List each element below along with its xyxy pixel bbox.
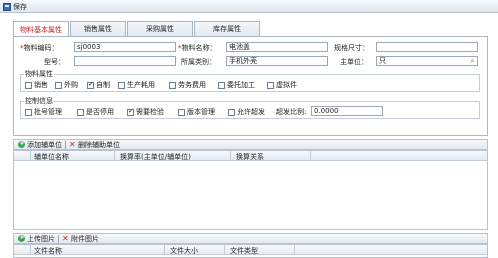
tab-basic-label: 物料基本属性 [20, 25, 62, 34]
checkbox-icon [267, 81, 274, 89]
unit-label: 主单位： [340, 58, 368, 66]
tab-strip: 物料基本属性 销售属性 采购属性 库存属性 [13, 21, 261, 37]
add-aux-unit-button[interactable]: 添加辅单位 [18, 139, 62, 150]
spec-label: 规格尺寸： [334, 44, 369, 52]
material-name-field[interactable]: 电池盖 [226, 42, 328, 52]
checkbox-icon [77, 108, 84, 116]
checkbox-icon [118, 81, 125, 89]
tab-sales[interactable]: 销售属性 [70, 21, 126, 36]
aux-unit-grid: 辅单位名称 换算率(主单位/辅单位) 换算关系 [13, 150, 488, 230]
code-label: *物料编码： [20, 44, 59, 52]
delete-aux-unit-button[interactable]: ✕ 删除辅助单位 [69, 140, 120, 150]
add-icon [18, 233, 25, 242]
column-conversion-relation[interactable]: 换算关系 [236, 152, 264, 162]
column-file-type[interactable]: 文件类型 [230, 246, 258, 256]
checkbox-checked-icon [127, 107, 134, 116]
tab-inventory[interactable]: 库存属性 [194, 21, 260, 36]
save-label: 保存 [13, 2, 27, 11]
tab-sales-label: 销售属性 [84, 25, 112, 33]
allow-overissue-checkbox[interactable]: 允许超发 [228, 107, 265, 117]
category-field[interactable]: 手机外壳 [226, 56, 328, 66]
tab-purchase[interactable]: 采购属性 [127, 21, 193, 36]
column-file-name[interactable]: 文件名称 [34, 246, 62, 256]
checkbox-icon [55, 81, 62, 89]
attr-consumption-checkbox[interactable]: 生产耗用 [118, 80, 155, 90]
upload-image-label: 上传图片 [27, 234, 55, 243]
add-aux-unit-label: 添加辅单位 [27, 140, 62, 149]
column-file-size[interactable]: 文件大小 [170, 246, 198, 256]
name-label: *物料名称： [178, 44, 217, 52]
column-conversion-rate[interactable]: 换算率(主单位/辅单位) [120, 152, 191, 162]
image-grid-header: 文件名称 文件大小 文件类型 [14, 245, 487, 255]
model-field[interactable] [74, 56, 176, 66]
checkbox-icon [25, 108, 32, 116]
delete-icon: ✕ [62, 234, 69, 243]
delete-icon: ✕ [69, 140, 76, 149]
toolbar: 保存 [0, 0, 498, 13]
attach-image-button[interactable]: ✕ 附件图片 [62, 234, 99, 244]
unit-field[interactable]: 只 [376, 56, 478, 66]
aux-unit-toolbar: 添加辅单位 ✕ 删除辅助单位 [13, 139, 488, 150]
tab-purchase-label: 采购属性 [146, 25, 174, 33]
attr-selfmade-checkbox[interactable]: 自制 [87, 80, 110, 90]
attr-sales-checkbox[interactable]: 销售 [25, 80, 48, 90]
save-icon [3, 2, 11, 11]
checkbox-icon [169, 81, 176, 89]
attr-purchase-checkbox[interactable]: 外购 [55, 80, 78, 90]
checkbox-icon [25, 81, 32, 89]
checkbox-icon [178, 108, 185, 116]
category-label: 所属类别： [181, 58, 216, 66]
save-button[interactable]: 保存 [3, 1, 27, 12]
material-attributes-title: 物料属性 [24, 69, 54, 79]
toolbar-separator [58, 234, 59, 243]
control-info-title: 控制信息 [24, 96, 54, 106]
checkbox-icon [228, 108, 235, 116]
column-aux-unit-name[interactable]: 辅单位名称 [34, 152, 69, 162]
disabled-checkbox[interactable]: 是否停用 [77, 107, 114, 117]
version-management-checkbox[interactable]: 版本管理 [178, 107, 215, 117]
inspection-required-checkbox[interactable]: 需要检验 [127, 107, 164, 117]
attach-image-label: 附件图片 [71, 234, 99, 243]
overissue-ratio-field[interactable]: 0.0000 [311, 106, 383, 116]
lookup-icon[interactable]: ⌕ [468, 57, 477, 65]
add-icon [18, 139, 25, 148]
spec-field[interactable] [376, 42, 478, 52]
tab-basic[interactable]: 物料基本属性 [13, 21, 69, 37]
delete-aux-unit-label: 删除辅助单位 [78, 140, 120, 149]
toolbar-separator [65, 140, 66, 149]
attr-virtual-checkbox[interactable]: 虚拟件 [267, 80, 297, 90]
image-grid: 文件名称 文件大小 文件类型 [13, 244, 488, 258]
aux-unit-grid-header: 辅单位名称 换算率(主单位/辅单位) 换算关系 [14, 151, 487, 161]
basic-properties-panel: *物料编码： sj0003 *物料名称： 电池盖 规格尺寸： 型号： 所属类别：… [13, 36, 488, 136]
batch-management-checkbox[interactable]: 批号管理 [25, 107, 62, 117]
model-label: 型号： [44, 58, 65, 66]
upload-image-button[interactable]: 上传图片 [18, 233, 55, 244]
material-code-field[interactable]: sj0003 [74, 42, 176, 52]
checkbox-checked-icon [87, 80, 94, 89]
tab-inventory-label: 库存属性 [213, 25, 241, 33]
image-toolbar: 上传图片 ✕ 附件图片 [13, 233, 488, 244]
checkbox-icon [218, 81, 225, 89]
attr-outsourcing-checkbox[interactable]: 委托加工 [218, 80, 255, 90]
attr-labor-checkbox[interactable]: 劳务费用 [169, 80, 206, 90]
overissue-ratio-label: 超发比例: [276, 108, 307, 116]
